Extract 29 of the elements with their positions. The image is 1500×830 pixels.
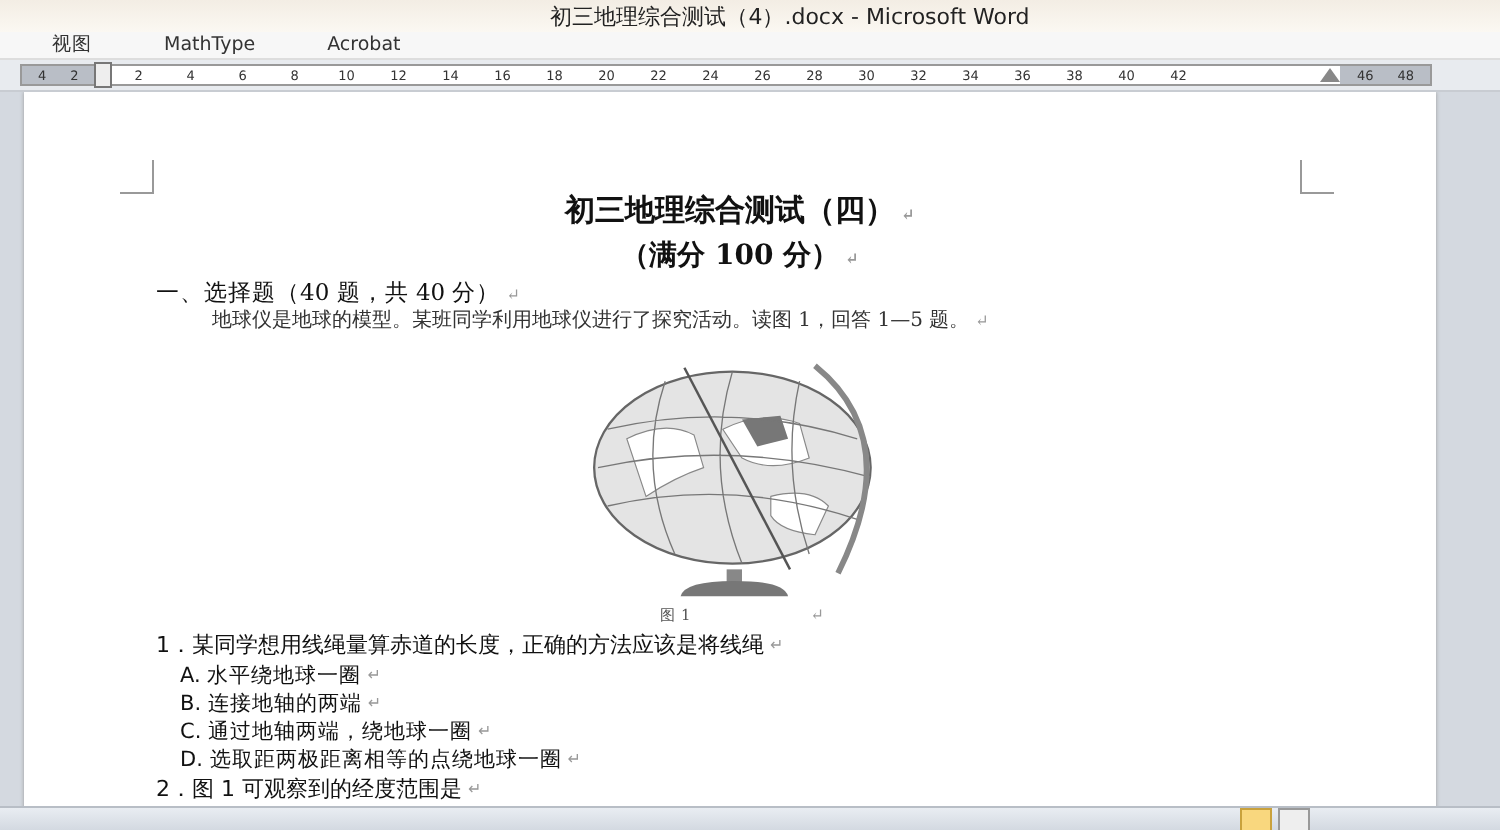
margin-corner-mark — [120, 160, 154, 194]
window-title: 初三地理综合测试（4）.docx - Microsoft Word — [550, 1, 1030, 31]
paragraph-mark: ↵ — [468, 780, 482, 800]
answer-option: A. 水平绕地球一圈 — [180, 663, 362, 689]
paragraph-mark: ↵ — [770, 636, 784, 656]
instruction-text: 地球仪是地球的模型。某班同学利用地球仪进行了探究活动。读图 1，回答 1—5 题。 — [212, 310, 970, 334]
paragraph-mark: ↵ — [810, 606, 824, 626]
paragraph-mark: ↵ — [367, 666, 381, 686]
paragraph-mark: ↵ — [567, 750, 581, 770]
full-screen-view-button[interactable] — [1278, 807, 1310, 830]
paragraph-mark: ↵ — [367, 694, 382, 714]
question-text: 1．某同学想用线绳量算赤道的长度，正确的方法应该是将线绳 — [156, 632, 764, 660]
paragraph-mark: ↵ — [975, 312, 989, 332]
answer-option: D. 选取距两极距离相等的点绕地球一圈 — [180, 747, 562, 773]
document-title: 初三地理综合测试（四） — [565, 192, 896, 228]
ribbon-tab[interactable]: Acrobat — [327, 34, 401, 56]
paragraph-mark: ↵ — [901, 206, 915, 226]
ribbon-tab[interactable]: MathType — [164, 34, 256, 56]
section-heading: 一、选择题（40 题，共 40 分） — [156, 280, 501, 308]
question-text: 2．图 1 可观察到的经度范围是 — [156, 776, 462, 804]
ribbon-tab[interactable]: 视图 — [52, 32, 92, 58]
margin-corner-mark — [1300, 160, 1334, 194]
indent-marker-icon[interactable] — [94, 62, 113, 88]
score-note: （满分 100 分） — [621, 240, 840, 274]
paragraph-mark: ↵ — [845, 250, 859, 270]
paragraph-mark: ↵ — [478, 722, 492, 742]
paragraph-mark: ↵ — [506, 286, 520, 306]
answer-option: C. 通过地轴两端，绕地球一圈 — [180, 719, 473, 745]
answer-option: B. 连接地轴的两端 — [180, 691, 362, 717]
